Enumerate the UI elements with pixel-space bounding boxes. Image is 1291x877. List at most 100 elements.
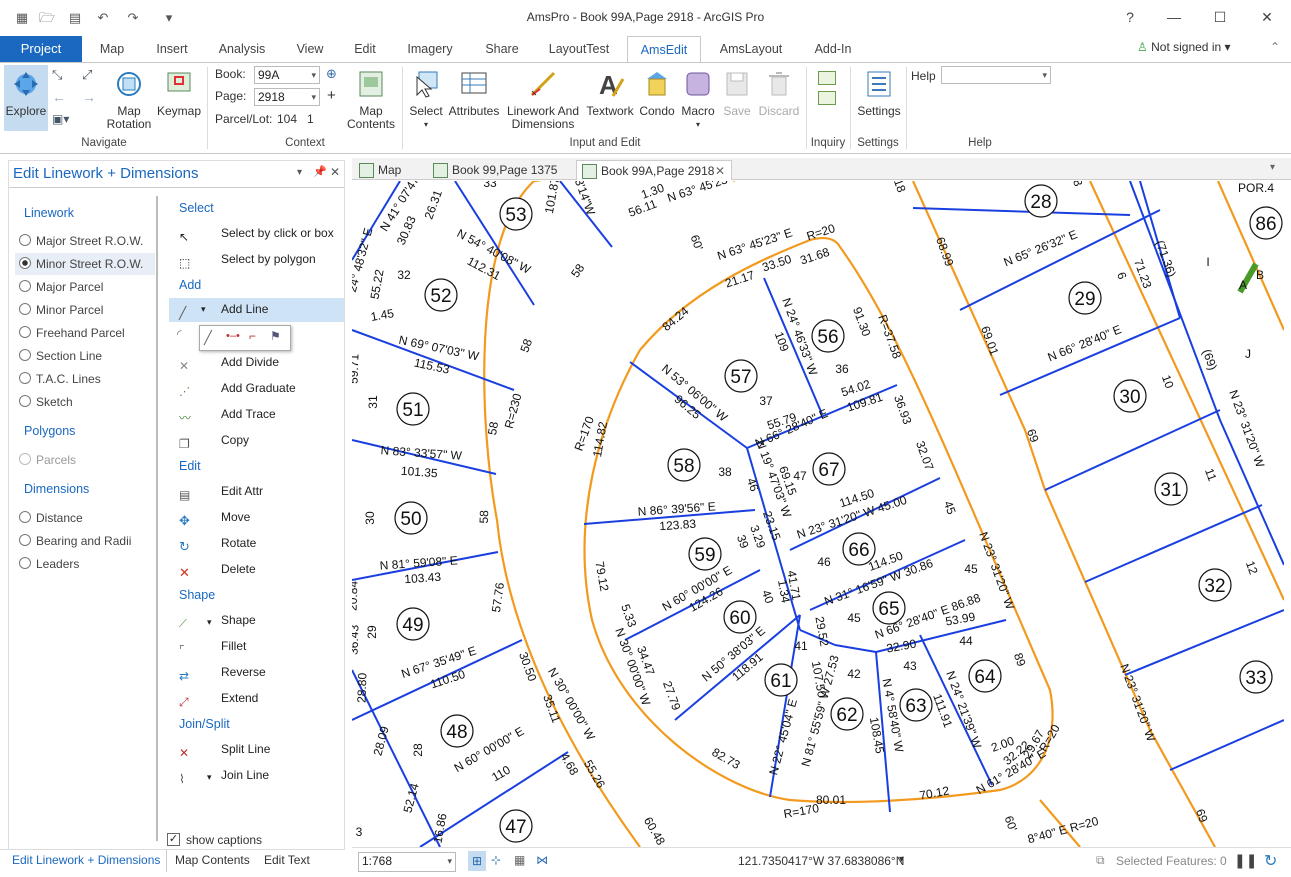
- segment-line-icon[interactable]: •–•: [226, 330, 240, 342]
- copy-tool[interactable]: ❐ Copy: [177, 429, 347, 451]
- macro-button[interactable]: Macro ▾: [678, 69, 718, 131]
- parcel-32[interactable]: 32: [1198, 568, 1232, 602]
- textwork-button[interactable]: A Textwork: [584, 69, 636, 118]
- parcel-52[interactable]: 52: [424, 278, 458, 312]
- grid-icon[interactable]: ⊹: [491, 853, 501, 867]
- parcel-33[interactable]: 33: [1239, 660, 1273, 694]
- tab-analysis[interactable]: Analysis: [218, 41, 266, 62]
- add-divide-tool[interactable]: ✕ Add Divide: [177, 351, 347, 373]
- select-button[interactable]: Select ▾: [406, 69, 446, 131]
- parcel-29[interactable]: 29: [1068, 281, 1102, 315]
- add-trace-tool[interactable]: 〰 Add Trace: [177, 403, 347, 425]
- discard-button[interactable]: Discard: [756, 69, 802, 118]
- linework-dimensions-button[interactable]: Linework And Dimensions: [504, 69, 582, 131]
- attributes-button[interactable]: Attributes: [446, 69, 502, 118]
- sign-in-status[interactable]: ♙ Not signed in ▾: [1137, 40, 1231, 54]
- select-by-polygon-tool[interactable]: ⬚ Select by polygon: [177, 248, 347, 270]
- tab-amslayout[interactable]: AmsLayout: [717, 41, 785, 62]
- tab-layouttest[interactable]: LayoutTest: [547, 41, 611, 62]
- zoom-to-book-icon[interactable]: ⊕: [326, 66, 337, 82]
- radio-sketch[interactable]: Sketch: [19, 395, 73, 409]
- page-dropdown[interactable]: 2918 ▾: [254, 88, 320, 106]
- condo-button[interactable]: Condo: [636, 69, 678, 118]
- radio-section-line[interactable]: Section Line: [19, 349, 102, 363]
- flag-line-icon[interactable]: ⚑: [270, 329, 281, 343]
- parcel-30[interactable]: 30: [1113, 379, 1147, 413]
- parcel-field[interactable]: 104: [277, 112, 297, 126]
- parcel-63[interactable]: 63: [899, 688, 933, 722]
- parcel-47[interactable]: 47: [499, 809, 533, 843]
- parcel-map[interactable]: 53525150494847575658 6759 6660 656162 636428…: [352, 181, 1284, 847]
- view-tab-map[interactable]: Map: [354, 160, 424, 180]
- parcel-57[interactable]: 57: [724, 359, 758, 393]
- radio-parcels[interactable]: Parcels: [19, 453, 76, 467]
- view-tab-book99a-page2918[interactable]: Book 99A,Page 2918 ✕: [576, 160, 732, 180]
- radio-leaders[interactable]: Leaders: [19, 557, 79, 571]
- help-dropdown[interactable]: ▾: [941, 66, 1051, 84]
- radio-minor-street-row[interactable]: Minor Street R.O.W.: [15, 253, 155, 275]
- radio-tac-lines[interactable]: T.A.C. Lines: [19, 372, 101, 386]
- parcel-53[interactable]: 53: [499, 197, 533, 231]
- delete-tool[interactable]: ✕ Delete: [177, 558, 347, 580]
- shape-tool[interactable]: ⟋ ▾ Shape: [177, 609, 347, 631]
- parcel-61[interactable]: 61: [764, 663, 798, 697]
- scale-dropdown[interactable]: 1:768 ▾: [358, 852, 456, 872]
- parcel-56[interactable]: 56: [811, 319, 845, 353]
- parcel-59[interactable]: 59: [688, 537, 722, 571]
- straight-line-icon[interactable]: ╱: [204, 330, 212, 346]
- show-captions-checkbox[interactable]: ✓: [167, 833, 180, 846]
- reverse-tool[interactable]: ⇄ Reverse: [177, 661, 347, 683]
- measure-icon[interactable]: ⋈: [536, 853, 548, 867]
- inquiry-tree-icon[interactable]: [818, 91, 836, 105]
- parcel-86[interactable]: 86: [1249, 206, 1283, 240]
- parcel-28[interactable]: 28: [1024, 184, 1058, 218]
- pane-close-icon[interactable]: ✕: [330, 165, 340, 179]
- tab-edit[interactable]: Edit: [353, 41, 377, 62]
- lot-field[interactable]: 1: [307, 112, 314, 126]
- tab-edit-text[interactable]: Edit Text: [264, 853, 310, 867]
- refresh-icon[interactable]: ↻: [1264, 851, 1277, 871]
- settings-button[interactable]: Settings: [854, 69, 904, 118]
- pane-menu-icon[interactable]: ▾: [297, 167, 302, 178]
- book-dropdown[interactable]: 99A ▾: [254, 66, 320, 84]
- tab-insert[interactable]: Insert: [155, 41, 189, 62]
- tab-view[interactable]: View: [295, 41, 325, 62]
- radio-major-street-row[interactable]: Major Street R.O.W.: [19, 234, 154, 254]
- table-icon[interactable]: ▦: [514, 853, 525, 867]
- add-arc-icon[interactable]: ◜: [177, 327, 182, 341]
- keymap-button[interactable]: Keymap: [155, 69, 203, 118]
- edit-attr-tool[interactable]: ▤ Edit Attr: [177, 480, 347, 502]
- bookmarks-icon[interactable]: ▣▾: [52, 112, 69, 126]
- parcel-51[interactable]: 51: [396, 392, 430, 426]
- tab-edit-linework[interactable]: Edit Linework + Dimensions: [12, 853, 160, 867]
- map-rotation-button[interactable]: Map Rotation: [104, 69, 154, 131]
- select-by-click-tool[interactable]: ↖ Select by click or box: [177, 222, 347, 244]
- collapse-ribbon-icon[interactable]: ⌃: [1270, 40, 1280, 54]
- explore-button[interactable]: Explore: [4, 65, 48, 131]
- radio-minor-parcel[interactable]: Minor Parcel: [19, 303, 103, 317]
- map-contents-button[interactable]: Map Contents: [344, 69, 398, 131]
- snapping-icon[interactable]: ⊞: [468, 851, 486, 871]
- add-graduate-tool[interactable]: ⋰ Add Graduate: [177, 377, 347, 399]
- maximize-button[interactable]: ☐: [1200, 6, 1240, 28]
- close-button[interactable]: ✕: [1247, 6, 1287, 28]
- tab-share[interactable]: Share: [484, 41, 520, 62]
- parcel-48[interactable]: 48: [440, 714, 474, 748]
- radio-bearing-radii[interactable]: Bearing and Radii: [19, 534, 131, 548]
- tab-add-in[interactable]: Add-In: [811, 41, 855, 62]
- coordinate-format-icon[interactable]: ▾: [899, 854, 904, 865]
- move-tool[interactable]: ✥ Move: [177, 506, 347, 528]
- view-tab-book99-page1375[interactable]: Book 99,Page 1375: [428, 160, 574, 180]
- join-line-tool[interactable]: ⌇ ▾ Join Line: [177, 764, 347, 786]
- tab-amsedit[interactable]: AmsEdit: [627, 36, 701, 63]
- pin-icon[interactable]: 📌: [313, 165, 327, 178]
- tab-project[interactable]: Project: [0, 36, 82, 62]
- minimize-button[interactable]: —: [1154, 6, 1194, 28]
- split-line-tool[interactable]: ✕ Split Line: [177, 738, 347, 760]
- pause-drawing-icon[interactable]: ❚❚: [1234, 852, 1257, 869]
- parcel-60[interactable]: 60: [723, 600, 757, 634]
- next-extent-icon[interactable]: →: [82, 89, 96, 105]
- corner-line-icon[interactable]: ⌐: [249, 329, 256, 343]
- parcel-49[interactable]: 49: [396, 607, 430, 641]
- map-view[interactable]: 53 52 51 50 49 48 47 57 56 58 67 59 66 60 65 61 62 63 64 28…: [352, 181, 1284, 847]
